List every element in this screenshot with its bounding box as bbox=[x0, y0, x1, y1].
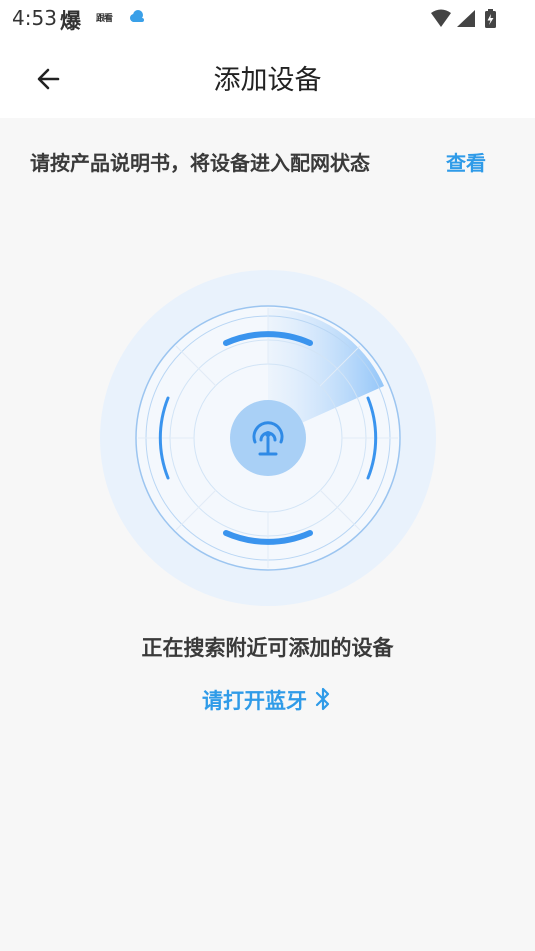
wifi-icon bbox=[431, 9, 451, 27]
instruction-text: 请按产品说明书，将设备进入配网状态 bbox=[30, 151, 370, 175]
view-instructions-link[interactable]: 查看 bbox=[446, 147, 486, 176]
signal-icon bbox=[457, 10, 475, 27]
battery-charging-icon bbox=[485, 9, 496, 28]
searching-status-text: 正在搜索附近可添加的设备 bbox=[141, 636, 394, 660]
page-title: 添加设备 bbox=[213, 65, 322, 96]
cloud-icon bbox=[130, 10, 144, 22]
radar-scan-graphic bbox=[100, 270, 436, 606]
status-time: 4:53 bbox=[12, 6, 57, 30]
header-bar: 添加设备 bbox=[0, 36, 535, 118]
news-notification-icon: 跟看 bbox=[96, 14, 113, 24]
enable-bluetooth-link[interactable]: 请打开蓝牙 bbox=[0, 685, 535, 715]
bluetooth-icon bbox=[315, 687, 330, 711]
system-status-icons bbox=[431, 9, 496, 28]
app-notification-icon: 爆 bbox=[60, 9, 81, 33]
enable-bluetooth-label: 请打开蓝牙 bbox=[202, 689, 307, 713]
status-bar: 4:53 爆 跟看 bbox=[0, 0, 535, 36]
